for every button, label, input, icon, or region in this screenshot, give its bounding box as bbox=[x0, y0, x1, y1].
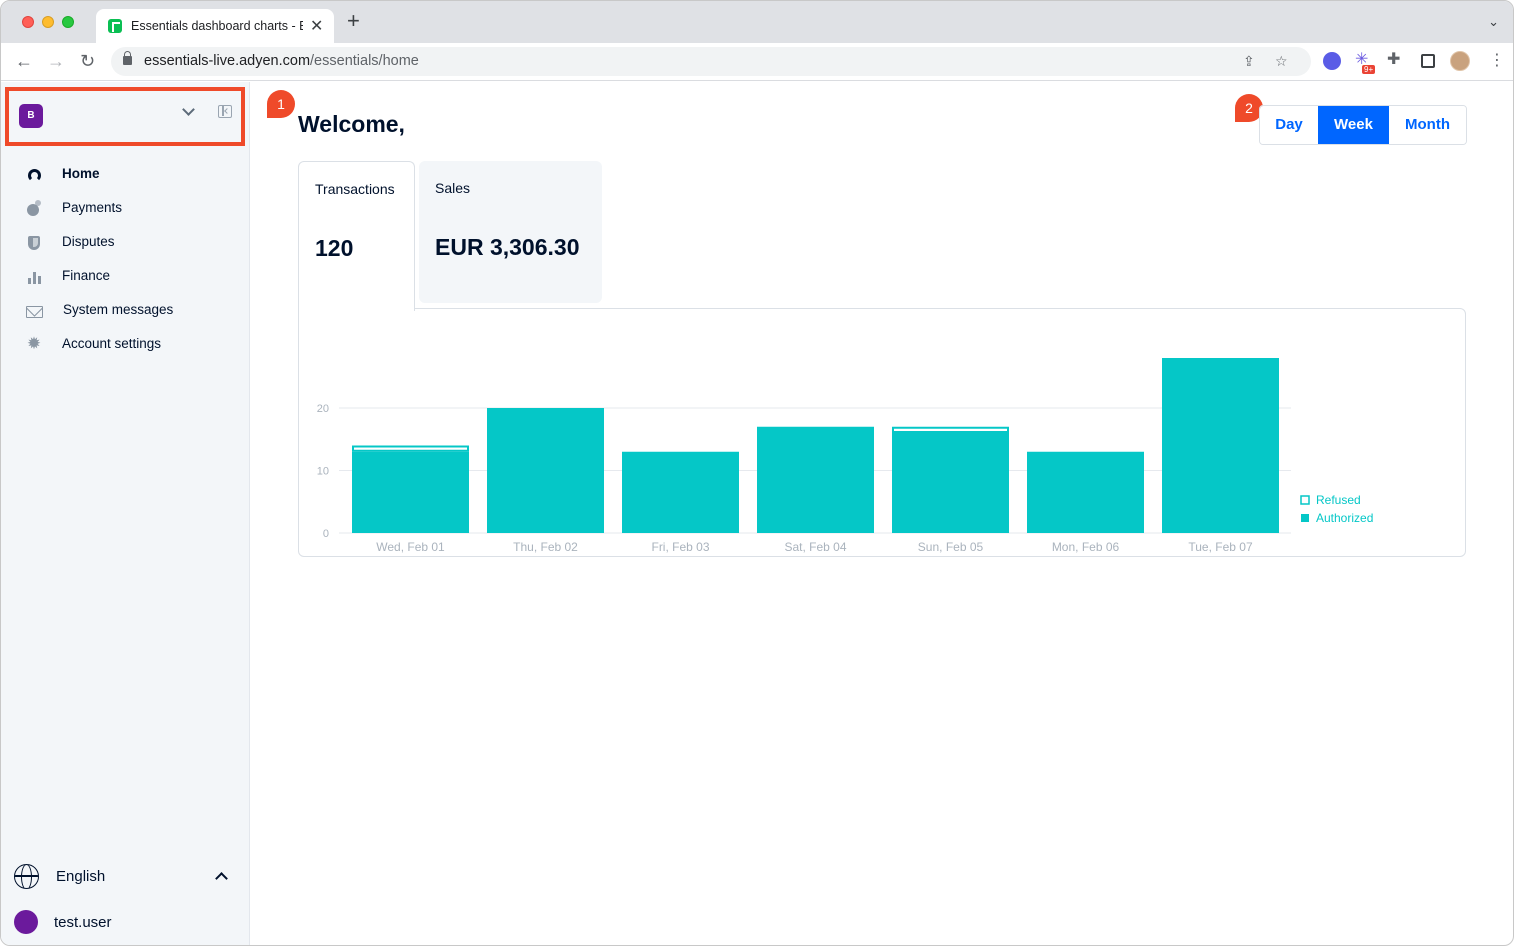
profile-avatar[interactable] bbox=[1450, 51, 1470, 71]
new-tab-button[interactable]: + bbox=[347, 10, 360, 32]
tab-sales[interactable]: Sales EUR 3,306.30 bbox=[419, 161, 602, 303]
bar-authorized bbox=[1162, 358, 1279, 533]
browser-tab[interactable]: Essentials dashboard charts - Essentials… bbox=[96, 9, 334, 43]
language-label: English bbox=[56, 868, 106, 885]
lock-icon bbox=[123, 51, 132, 65]
extension-compass-icon[interactable] bbox=[1323, 52, 1341, 70]
transactions-value: 120 bbox=[315, 235, 354, 261]
period-toggle: Day Week Month bbox=[1259, 105, 1467, 145]
x-tick-label: Sat, Feb 04 bbox=[784, 540, 846, 554]
x-tick-label: Tue, Feb 07 bbox=[1188, 540, 1253, 554]
sidebar-item-disputes[interactable]: Disputes bbox=[1, 226, 249, 260]
tab-title: Essentials dashboard charts - Essentials bbox=[131, 19, 303, 33]
bar-authorized bbox=[487, 408, 604, 533]
sidebar-item-payments[interactable]: Payments bbox=[1, 192, 249, 226]
url-path: /essentials/home bbox=[310, 53, 419, 69]
chart-panel: 0 10 20 Wed, Feb 01 Thu, Feb 02 Fri, Feb 03 Sa… bbox=[298, 308, 1466, 557]
annotation-marker-1: 1 bbox=[267, 90, 295, 118]
mail-icon bbox=[26, 306, 43, 318]
sidebar-item-label: Finance bbox=[62, 268, 111, 283]
close-window-button[interactable] bbox=[22, 16, 34, 28]
url-text: essentials-live.adyen.com/essentials/hom… bbox=[144, 53, 419, 69]
sales-label: Sales bbox=[435, 180, 471, 196]
sidebar: B Home Payments Disputes Finance System … bbox=[1, 82, 250, 945]
browser-window: Essentials dashboard charts - Essentials… bbox=[0, 0, 1514, 946]
user-name: test.user bbox=[54, 914, 112, 931]
y-tick-label: 0 bbox=[323, 528, 329, 540]
bar-authorized bbox=[1027, 451, 1144, 533]
period-week-button[interactable]: Week bbox=[1318, 106, 1389, 144]
tab-search-chevron-icon[interactable]: ⌄ bbox=[1488, 14, 1499, 30]
sidebar-item-label: Home bbox=[62, 166, 100, 181]
sidebar-item-label: System messages bbox=[63, 302, 174, 317]
period-month-button[interactable]: Month bbox=[1389, 106, 1466, 144]
bookmark-star-icon[interactable]: ☆ bbox=[1275, 53, 1288, 70]
globe-icon bbox=[14, 864, 39, 889]
browser-menu-icon[interactable]: ⋮ bbox=[1489, 50, 1505, 70]
y-tick-label: 10 bbox=[317, 466, 329, 478]
browser-toolbar: ← → ↻ essentials-live.adyen.com/essentia… bbox=[1, 43, 1513, 81]
extensions-puzzle-icon[interactable]: ✚ bbox=[1387, 49, 1405, 68]
period-day-button[interactable]: Day bbox=[1260, 106, 1318, 144]
bar-authorized bbox=[892, 433, 1009, 533]
chevron-down-icon[interactable] bbox=[182, 103, 195, 116]
account-switcher[interactable]: B bbox=[5, 87, 245, 146]
collapse-sidebar-icon[interactable] bbox=[218, 105, 232, 118]
payments-icon bbox=[27, 200, 41, 216]
sidebar-item-system-messages[interactable]: System messages bbox=[1, 294, 249, 328]
tab-strip: Essentials dashboard charts - Essentials… bbox=[1, 1, 1513, 43]
maximize-window-button[interactable] bbox=[62, 16, 74, 28]
sidebar-item-label: Account settings bbox=[62, 336, 162, 351]
x-tick-label: Thu, Feb 02 bbox=[513, 540, 578, 554]
shield-icon bbox=[28, 236, 40, 250]
minimize-window-button[interactable] bbox=[42, 16, 54, 28]
forward-arrow-icon[interactable]: → bbox=[47, 51, 65, 71]
page-title: Welcome, bbox=[298, 111, 405, 137]
bar-authorized bbox=[622, 451, 739, 533]
address-bar[interactable]: essentials-live.adyen.com/essentials/hom… bbox=[111, 47, 1311, 76]
bar-chart-icon bbox=[28, 271, 42, 284]
account-avatar: B bbox=[19, 104, 43, 128]
sales-value: EUR 3,306.30 bbox=[435, 234, 580, 260]
transactions-chart: 0 10 20 Wed, Feb 01 Thu, Feb 02 Fri, Feb 03 Sa… bbox=[317, 358, 1373, 554]
dashboard-icon bbox=[28, 169, 41, 182]
legend-label: Refused bbox=[1316, 493, 1361, 507]
sidebar-item-label: Payments bbox=[62, 200, 123, 215]
x-tick-label: Mon, Feb 06 bbox=[1052, 540, 1120, 554]
language-selector[interactable]: English bbox=[1, 862, 249, 896]
bar-refused bbox=[892, 426, 1009, 433]
sidebar-item-label: Disputes bbox=[62, 234, 115, 249]
user-menu[interactable]: test.user bbox=[1, 908, 249, 942]
sidebar-item-home[interactable]: Home bbox=[1, 158, 249, 192]
share-icon[interactable]: ⇪ bbox=[1243, 53, 1255, 70]
tab-transactions[interactable]: Transactions 120 bbox=[298, 161, 415, 311]
gear-icon: ✹ bbox=[26, 334, 42, 353]
legend-swatch bbox=[1300, 495, 1310, 505]
legend-swatch bbox=[1301, 514, 1309, 522]
close-tab-icon[interactable]: ✕ bbox=[310, 16, 323, 36]
sidebar-nav: Home Payments Disputes Finance System me… bbox=[1, 158, 249, 362]
back-arrow-icon[interactable]: ← bbox=[15, 51, 33, 71]
sidebar-item-finance[interactable]: Finance bbox=[1, 260, 249, 294]
bar-authorized bbox=[352, 451, 469, 533]
bar-authorized bbox=[757, 426, 874, 533]
user-avatar bbox=[14, 910, 38, 934]
x-tick-label: Wed, Feb 01 bbox=[376, 540, 445, 554]
x-tick-label: Fri, Feb 03 bbox=[651, 540, 709, 554]
transactions-label: Transactions bbox=[315, 181, 395, 197]
side-panel-icon[interactable] bbox=[1421, 54, 1435, 68]
y-tick-label: 20 bbox=[317, 403, 329, 415]
chevron-up-icon[interactable] bbox=[215, 872, 228, 885]
x-tick-label: Sun, Feb 05 bbox=[918, 540, 984, 554]
url-host: essentials-live.adyen.com bbox=[144, 53, 311, 69]
legend-label: Authorized bbox=[1316, 511, 1373, 525]
extension-badge: 9+ bbox=[1362, 65, 1376, 74]
sidebar-item-account-settings[interactable]: ✹ Account settings bbox=[1, 328, 249, 362]
adyen-favicon-icon bbox=[108, 19, 122, 33]
bar-refused bbox=[352, 445, 469, 452]
reload-icon[interactable]: ↻ bbox=[80, 51, 95, 71]
